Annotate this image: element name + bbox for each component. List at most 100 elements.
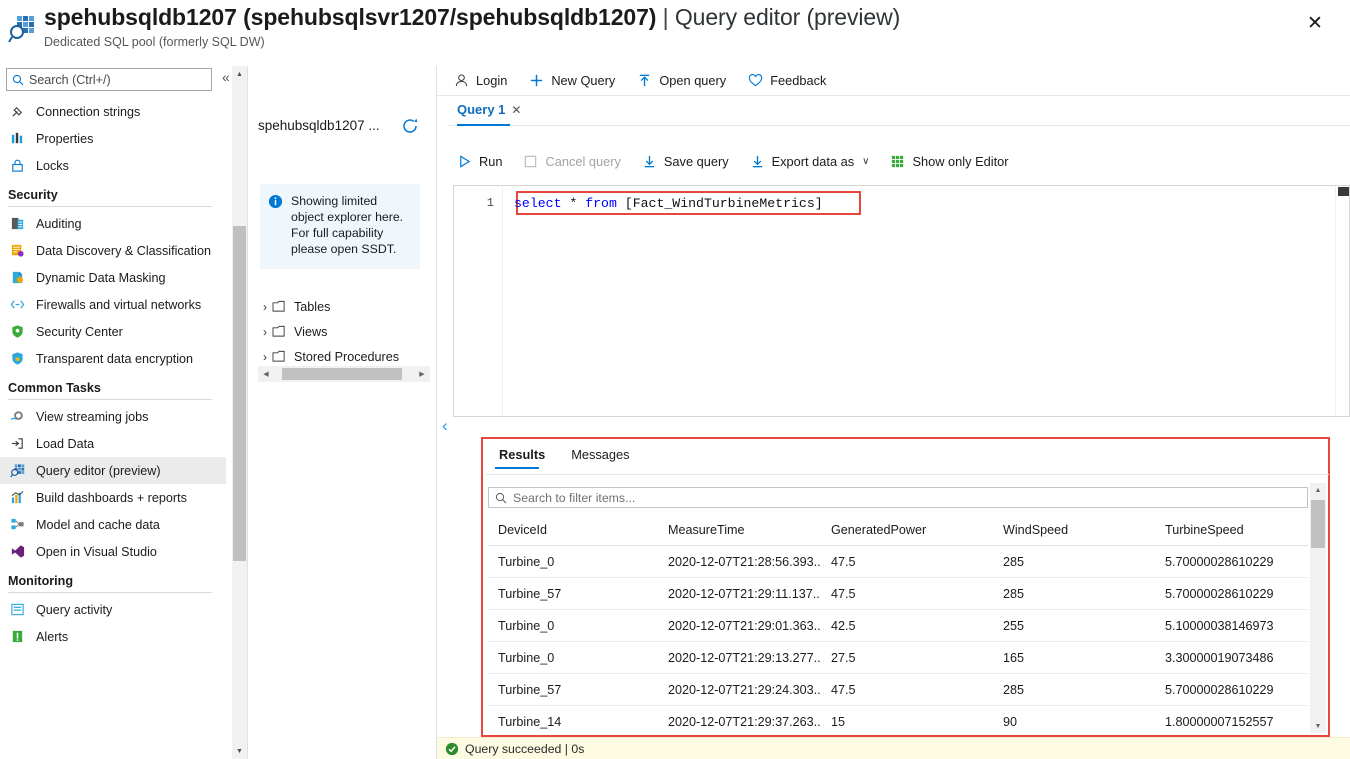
- cell-windspeed: 255: [1003, 618, 1025, 633]
- search-icon: [12, 74, 24, 85]
- table-row[interactable]: Turbine_0 2020-12-07T21:28:56.393... 47.…: [488, 546, 1308, 578]
- masking-icon: [8, 269, 26, 287]
- scroll-left-arrow-icon[interactable]: ◀: [258, 370, 274, 378]
- sidebar-scrollbar[interactable]: ▲ ▼: [232, 66, 247, 759]
- column-header-generatedpower[interactable]: GeneratedPower: [821, 523, 993, 537]
- info-icon: [268, 194, 283, 209]
- sidebar-collapse-button[interactable]: «: [222, 70, 230, 84]
- results-vertical-scrollbar[interactable]: ▲ ▼: [1310, 483, 1326, 733]
- table-row[interactable]: Turbine_57 2020-12-07T21:29:24.303... 47…: [488, 674, 1308, 706]
- load-data-icon: [8, 435, 26, 453]
- editor-gutter: 1: [454, 186, 503, 416]
- table-row[interactable]: Turbine_0 2020-12-07T21:29:13.277... 27.…: [488, 642, 1308, 674]
- sql-table-name: [Fact_WindTurbineMetrics]: [616, 196, 823, 211]
- sidebar-item-label: Alerts: [36, 629, 69, 644]
- tree-node-tables[interactable]: › Tables: [258, 294, 433, 319]
- table-row[interactable]: Turbine_57 2020-12-07T21:29:11.137... 47…: [488, 578, 1308, 610]
- page-title-separator: |: [656, 4, 675, 30]
- table-row[interactable]: Turbine_0 2020-12-07T21:29:01.363... 42.…: [488, 610, 1308, 642]
- filter-box[interactable]: [488, 487, 1308, 508]
- sidebar-item-build-dashboards[interactable]: Build dashboards + reports: [0, 484, 226, 511]
- scrollbar-thumb[interactable]: [1311, 500, 1325, 548]
- cell-deviceid: Turbine_0: [498, 554, 555, 569]
- results-collapse-button[interactable]: ‹: [442, 417, 448, 434]
- login-button[interactable]: Login: [454, 73, 507, 88]
- data-discovery-icon: [8, 242, 26, 260]
- page-subtitle: Dedicated SQL pool (formerly SQL DW): [44, 35, 265, 49]
- cancel-query-label: Cancel query: [545, 154, 621, 169]
- run-button[interactable]: Run: [457, 154, 502, 169]
- sidebar-item-properties[interactable]: Properties: [0, 125, 226, 152]
- sidebar-item-load-data[interactable]: Load Data: [0, 430, 226, 457]
- table-row[interactable]: Turbine_14 2020-12-07T21:29:37.263... 15…: [488, 706, 1308, 738]
- new-query-button[interactable]: New Query: [529, 73, 615, 88]
- tab-results[interactable]: Results: [486, 444, 558, 469]
- scrollbar-thumb[interactable]: [233, 226, 246, 561]
- search-box[interactable]: [6, 68, 212, 91]
- chevron-down-icon[interactable]: ∨: [862, 156, 869, 167]
- streaming-jobs-icon: [8, 408, 26, 426]
- sql-keyword-from: from: [585, 196, 617, 211]
- editor-vertical-scrollbar[interactable]: [1335, 186, 1349, 416]
- feedback-button[interactable]: Feedback: [748, 73, 826, 88]
- sidebar-item-open-in-visual-studio[interactable]: Open in Visual Studio: [0, 538, 226, 565]
- new-query-label: New Query: [551, 73, 616, 88]
- sidebar-item-transparent-data-encryption[interactable]: Transparent data encryption: [0, 345, 226, 372]
- scroll-up-arrow-icon[interactable]: ▲: [232, 66, 247, 82]
- sql-keyword-select: select: [514, 196, 562, 211]
- scrollbar-track[interactable]: [274, 366, 414, 382]
- export-data-as-button[interactable]: Export data as ∨: [750, 154, 869, 169]
- sidebar-item-alerts[interactable]: Alerts: [0, 623, 226, 650]
- search-input[interactable]: [29, 72, 199, 87]
- open-query-button[interactable]: Open query: [637, 73, 726, 88]
- sidebar-item-connection-strings[interactable]: Connection strings: [0, 98, 226, 125]
- sidebar-item-view-streaming-jobs[interactable]: View streaming jobs: [0, 403, 226, 430]
- sidebar-item-auditing[interactable]: Auditing: [0, 210, 226, 237]
- scrollbar-thumb[interactable]: [282, 368, 402, 380]
- refresh-icon[interactable]: [400, 116, 420, 136]
- query-editor-icon: [8, 462, 26, 480]
- close-icon[interactable]: ✕: [511, 103, 521, 117]
- divider: [449, 125, 1350, 126]
- tree-node-views[interactable]: › Views: [258, 319, 433, 344]
- sidebar-item-query-editor[interactable]: Query editor (preview): [0, 457, 226, 484]
- tab-query-1[interactable]: Query 1 ✕: [457, 102, 521, 117]
- scroll-down-arrow-icon[interactable]: ▼: [232, 743, 247, 759]
- scrollbar-thumb[interactable]: [1338, 187, 1349, 196]
- plus-icon: [529, 73, 544, 88]
- sidebar-item-data-discovery[interactable]: Data Discovery & Classification: [0, 237, 226, 264]
- chevron-right-icon[interactable]: ›: [258, 325, 272, 339]
- scroll-right-arrow-icon[interactable]: ▶: [414, 370, 430, 378]
- save-query-button[interactable]: Save query: [642, 154, 729, 169]
- page-title-main: spehubsqldb1207 (spehubsqlsvr1207/spehub…: [44, 4, 657, 30]
- editor-top-toolbar: Login New Query Open query Feedback: [437, 66, 1350, 95]
- object-explorer-horizontal-scrollbar[interactable]: ◀ ▶: [258, 366, 430, 382]
- sidebar-item-security-center[interactable]: Security Center: [0, 318, 226, 345]
- shield-lock-icon: [8, 350, 26, 368]
- scroll-down-arrow-icon[interactable]: ▼: [1310, 719, 1326, 733]
- sidebar-item-locks[interactable]: Locks: [0, 152, 226, 179]
- sidebar-item-dynamic-data-masking[interactable]: Dynamic Data Masking: [0, 264, 226, 291]
- show-only-editor-button[interactable]: Show only Editor: [890, 154, 1009, 169]
- sql-code-editor[interactable]: 1 select * from [Fact_WindTurbineMetrics…: [453, 185, 1350, 417]
- chevron-right-icon[interactable]: ›: [258, 300, 272, 314]
- sidebar-item-firewalls[interactable]: Firewalls and virtual networks: [0, 291, 226, 318]
- tab-results-label: Results: [499, 447, 546, 462]
- column-header-turbinespeed[interactable]: TurbineSpeed: [1155, 523, 1305, 537]
- cell-generatedpower: 27.5: [831, 650, 856, 665]
- sidebar-item-query-activity[interactable]: Query activity: [0, 596, 226, 623]
- visual-studio-icon: [8, 543, 26, 561]
- sidebar-item-model-and-cache-data[interactable]: Model and cache data: [0, 511, 226, 538]
- cell-measuretime: 2020-12-07T21:29:11.137...: [668, 586, 821, 601]
- column-header-measuretime[interactable]: MeasureTime: [658, 523, 821, 537]
- column-header-deviceid[interactable]: DeviceId: [488, 523, 658, 537]
- filter-input[interactable]: [513, 490, 1213, 505]
- page-title-suffix: Query editor (preview): [674, 4, 901, 30]
- scroll-up-arrow-icon[interactable]: ▲: [1310, 483, 1326, 497]
- object-explorer-info-banner: Showing limited object explorer here. Fo…: [260, 184, 420, 269]
- tab-messages[interactable]: Messages: [558, 444, 642, 469]
- close-icon[interactable]: ✕: [1302, 10, 1328, 36]
- column-header-windspeed[interactable]: WindSpeed: [993, 523, 1155, 537]
- results-filter: [488, 487, 1308, 508]
- chevron-right-icon[interactable]: ›: [258, 350, 272, 364]
